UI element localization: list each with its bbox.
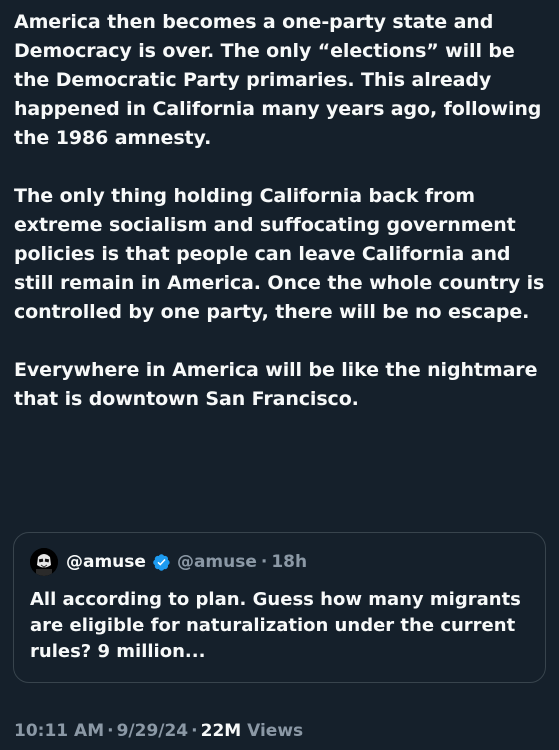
tweet-paragraph: Everywhere in America will be like the n…: [14, 359, 538, 410]
views-count[interactable]: 22M: [201, 721, 242, 741]
quoted-handle[interactable]: @amuse: [177, 551, 257, 573]
quoted-tweet-header: @amuse @amuse · 18h: [30, 547, 529, 577]
tweet-paragraph: America then becomes a one-party state a…: [14, 11, 542, 149]
views-label: Views: [247, 721, 304, 741]
stormtrooper-avatar-icon[interactable]: [30, 548, 58, 576]
quoted-timestamp[interactable]: 18h: [271, 551, 307, 573]
quoted-tweet-text: All according to plan. Guess how many mi…: [30, 589, 521, 662]
tweet-paragraph: The only thing holding California back f…: [14, 185, 545, 323]
quoted-tweet-card[interactable]: @amuse @amuse · 18h All according to pla…: [13, 532, 546, 683]
tweet-text: America then becomes a one-party state a…: [14, 8, 549, 414]
tweet-date[interactable]: 9/29/24: [117, 721, 189, 741]
tweet-metadata: 10:11 AM · 9/29/24 · 22M Views: [14, 719, 303, 743]
verified-badge-icon: [152, 553, 171, 572]
quoted-display-name[interactable]: @amuse: [66, 551, 146, 573]
separator-dot: ·: [191, 721, 198, 741]
separator-dot: ·: [260, 552, 268, 572]
tweet-time[interactable]: 10:11 AM: [14, 721, 104, 741]
separator-dot: ·: [107, 721, 114, 741]
tweet: America then becomes a one-party state a…: [0, 0, 559, 750]
